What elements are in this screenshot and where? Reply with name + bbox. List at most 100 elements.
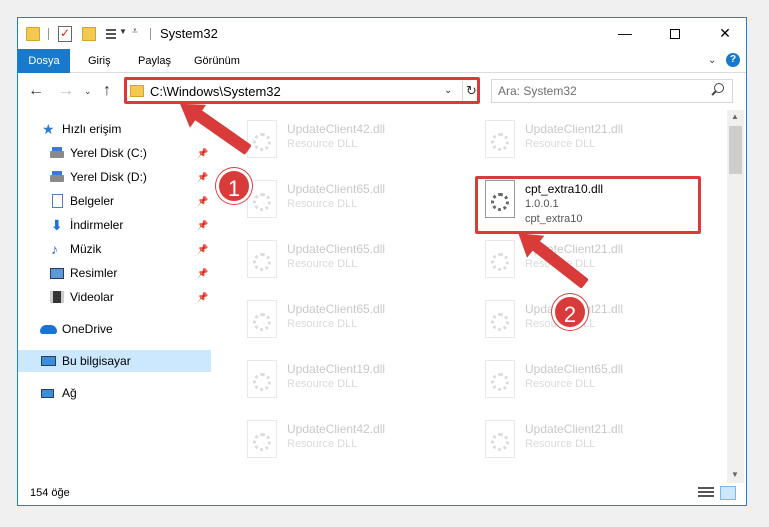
sidebar-item-documents[interactable]: Belgeler 📌: [18, 190, 211, 212]
divider: [48, 28, 49, 40]
file-highlight-box: [475, 176, 701, 234]
sidebar-item-label: Hızlı erişim: [62, 122, 122, 136]
pin-icon[interactable]: 📌: [197, 142, 208, 164]
ribbon: Dosya Giriş Paylaş Görünüm ⌄ ?: [18, 49, 746, 73]
sidebar-item-onedrive[interactable]: OneDrive: [18, 318, 211, 340]
downloads-icon: ⬇: [51, 217, 63, 233]
back-arrow-icon[interactable]: ←: [28, 82, 44, 100]
pin-icon[interactable]: 📌: [197, 286, 208, 308]
cloud-icon: [40, 325, 57, 334]
file-description: Resource DLL: [525, 138, 596, 150]
videos-icon: [50, 291, 64, 303]
file-item[interactable]: UpdateClient21.dll Resource DLL: [473, 294, 701, 348]
documents-icon: [52, 194, 63, 208]
pin-icon[interactable]: 📌: [197, 190, 208, 212]
sidebar-item-label: OneDrive: [62, 322, 113, 336]
sidebar-item-network[interactable]: Ağ: [18, 382, 211, 404]
dll-file-icon: [485, 300, 515, 338]
file-item[interactable]: UpdateClient65.dll Resource DLL: [235, 234, 463, 288]
step-badge-2: 2: [552, 294, 588, 330]
file-name: UpdateClient42.dll: [287, 122, 386, 136]
sidebar-item-downloads[interactable]: ⬇ İndirmeler 📌: [18, 214, 211, 236]
minimize-button[interactable]: —: [602, 18, 648, 49]
sidebar-item-label: Müzik: [70, 242, 102, 256]
file-description: Resource DLL: [287, 318, 358, 330]
sidebar-item-music[interactable]: ♪ Müzik 📌: [18, 238, 211, 260]
sidebar-item-local-disk-c[interactable]: Yerel Disk (C:) 📌: [18, 142, 211, 164]
computer-icon: [41, 356, 56, 366]
dll-file-icon: [247, 240, 277, 278]
pin-icon[interactable]: 📌: [197, 262, 208, 284]
expand-ribbon-icon[interactable]: ⌄: [708, 55, 716, 66]
tab-file[interactable]: Dosya: [18, 49, 70, 73]
large-icons-view-icon[interactable]: [720, 486, 736, 500]
dll-file-icon: [247, 360, 277, 398]
navigation-pane: ★ Hızlı erişim Yerel Disk (C:) 📌 Yerel D…: [18, 110, 213, 483]
close-button[interactable]: ✕: [702, 18, 748, 49]
file-description: Resource DLL: [287, 378, 358, 390]
details-view-icon[interactable]: [698, 487, 714, 499]
file-name: UpdateClient42.dll: [287, 422, 386, 436]
file-item[interactable]: UpdateClient65.dll Resource DLL: [235, 294, 463, 348]
sidebar-item-label: Yerel Disk (C:): [70, 146, 147, 160]
file-name: UpdateClient19.dll: [287, 362, 386, 376]
sidebar-item-pictures[interactable]: Resimler 📌: [18, 262, 211, 284]
navigation-bar: ← → ⌄ ↑ C:\Windows\System32 ⌄ ↻ Ara: Sys…: [18, 74, 746, 108]
sidebar-item-label: Ağ: [62, 386, 77, 400]
pin-icon[interactable]: 📌: [197, 166, 208, 188]
file-description: Resource DLL: [287, 138, 358, 150]
up-arrow-icon[interactable]: ↑: [103, 82, 111, 100]
file-item[interactable]: UpdateClient42.dll Resource DLL: [235, 414, 463, 468]
maximize-button[interactable]: [652, 18, 698, 49]
file-item[interactable]: UpdateClient21.dll Resource DLL: [473, 114, 701, 168]
forward-arrow-icon[interactable]: →: [58, 82, 74, 100]
properties-icon[interactable]: [102, 27, 118, 41]
tab-share[interactable]: Paylaş: [128, 49, 181, 73]
sidebar-item-label: Videolar: [70, 290, 114, 304]
divider: [150, 28, 151, 40]
file-item[interactable]: UpdateClient19.dll Resource DLL: [235, 354, 463, 408]
scroll-up-icon[interactable]: ▲: [731, 112, 739, 121]
drive-icon: [50, 171, 64, 182]
file-item[interactable]: UpdateClient65.dll Resource DLL: [473, 354, 701, 408]
file-description: Resource DLL: [525, 378, 596, 390]
sidebar-item-label: Belgeler: [70, 194, 115, 208]
pictures-icon: [50, 268, 64, 279]
search-icon: [710, 83, 724, 97]
chevron-down-icon[interactable]: ▼: [119, 27, 127, 45]
sidebar-item-this-pc[interactable]: Bu bilgisayar: [18, 350, 211, 372]
properties-check-icon[interactable]: [58, 26, 72, 42]
vertical-scrollbar[interactable]: ▲ ▼: [727, 110, 744, 483]
file-name: UpdateClient65.dll: [287, 242, 386, 256]
pin-icon[interactable]: 📌: [197, 214, 208, 236]
sidebar-item-label: Yerel Disk (D:): [70, 170, 147, 184]
sidebar-item-label: Resimler: [70, 266, 118, 280]
scrollbar-thumb[interactable]: [729, 126, 742, 174]
pin-icon[interactable]: 📌: [197, 238, 208, 260]
maximize-icon: [670, 29, 680, 40]
sidebar-item-local-disk-d[interactable]: Yerel Disk (D:) 📌: [18, 166, 211, 188]
new-folder-icon[interactable]: [82, 27, 96, 41]
recent-locations-icon[interactable]: ⌄: [84, 86, 92, 97]
tab-home[interactable]: Giriş: [78, 49, 121, 73]
explorer-window: ▼ ⩡ System32 — ✕ Dosya Giriş Paylaş Görü…: [17, 17, 747, 506]
drive-icon: [50, 147, 64, 158]
help-icon[interactable]: ?: [726, 53, 740, 67]
search-input[interactable]: Ara: System32: [491, 79, 733, 103]
folder-icon: [26, 27, 40, 41]
sidebar-item-videos[interactable]: Videolar 📌: [18, 286, 211, 308]
scroll-down-icon[interactable]: ▼: [731, 470, 739, 479]
sidebar-item-label: Bu bilgisayar: [62, 354, 131, 368]
file-item[interactable]: UpdateClient21.dll Resource DLL: [473, 414, 701, 468]
file-description: Resource DLL: [287, 258, 358, 270]
dll-file-icon: [485, 240, 515, 278]
file-item[interactable]: UpdateClient65.dll Resource DLL: [235, 174, 463, 228]
network-icon: [41, 389, 54, 398]
customize-quick-access-icon[interactable]: ⩡: [132, 26, 138, 44]
file-item[interactable]: UpdateClient42.dll Resource DLL: [235, 114, 463, 168]
address-highlight-box: [124, 77, 480, 104]
tab-view[interactable]: Görünüm: [184, 49, 250, 73]
star-icon: ★: [42, 121, 55, 137]
dll-file-icon: [485, 420, 515, 458]
file-description: Resource DLL: [525, 438, 596, 450]
